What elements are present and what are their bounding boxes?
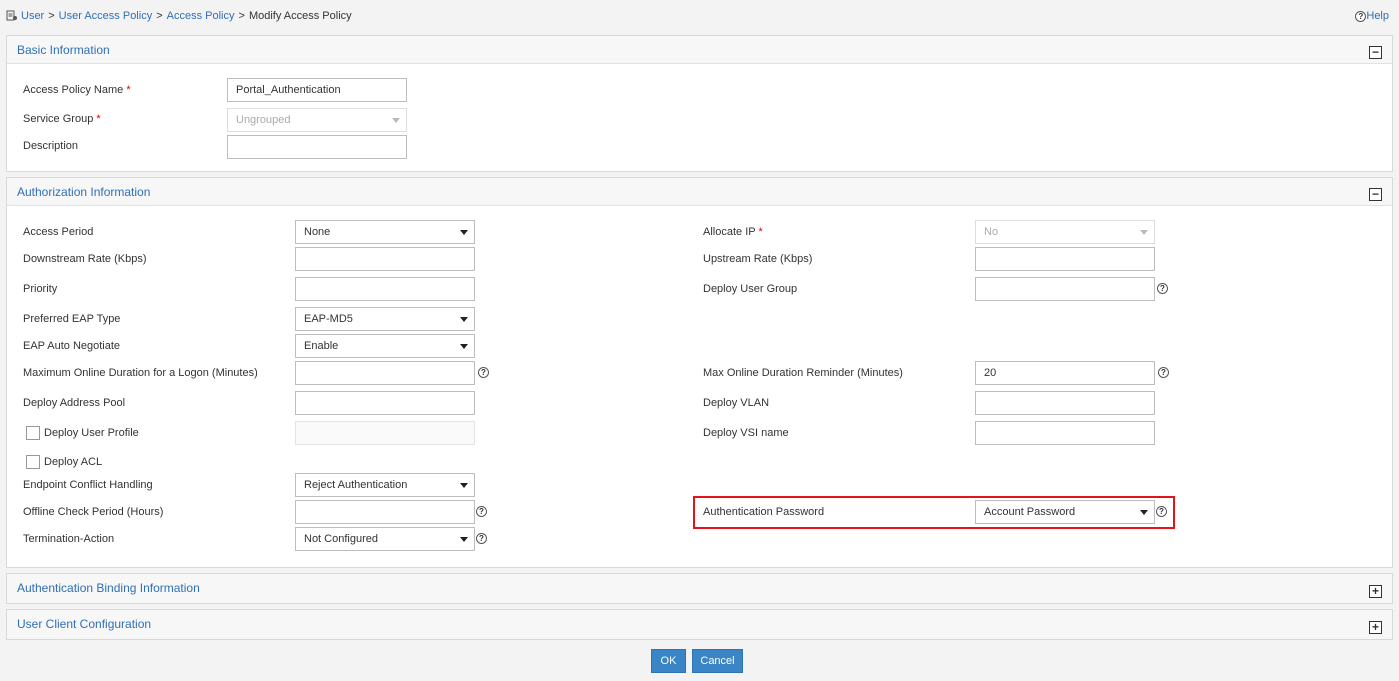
deploy-user-group-label: Deploy User Group bbox=[703, 283, 798, 295]
breadcrumb: User > User Access Policy > Access Polic… bbox=[6, 10, 352, 22]
allocate-ip-select: No bbox=[975, 220, 1155, 244]
authorization-information-panel: Authorization Information − Access Perio… bbox=[6, 177, 1393, 568]
authentication-password-label: Authentication Password bbox=[703, 506, 825, 518]
priority-input[interactable] bbox=[295, 277, 475, 301]
collapse-icon[interactable]: − bbox=[1369, 46, 1382, 59]
authentication-binding-title: Authentication Binding Information bbox=[17, 581, 200, 595]
termination-action-select[interactable]: Not Configured bbox=[295, 527, 475, 551]
deploy-user-profile-input bbox=[295, 421, 475, 445]
eap-auto-negotiate-select[interactable]: Enable bbox=[295, 334, 475, 358]
cancel-button[interactable]: Cancel bbox=[692, 649, 743, 673]
deploy-vlan-input[interactable] bbox=[975, 391, 1155, 415]
help-icon: ? bbox=[1355, 10, 1367, 22]
breadcrumb-separator: > bbox=[156, 10, 163, 22]
deploy-user-profile-label: Deploy User Profile bbox=[44, 427, 139, 439]
authorization-information-title: Authorization Information bbox=[17, 185, 151, 199]
breadcrumb-user[interactable]: User bbox=[21, 10, 44, 22]
deploy-vsi-name-label: Deploy VSI name bbox=[703, 427, 789, 439]
breadcrumb-access-policy[interactable]: Access Policy bbox=[167, 10, 235, 22]
expand-icon[interactable]: + bbox=[1369, 585, 1382, 598]
ok-button[interactable]: OK bbox=[651, 649, 686, 673]
policy-name-input[interactable]: Portal_Authentication bbox=[227, 78, 407, 102]
question-icon[interactable]: ? bbox=[1158, 367, 1169, 378]
offline-check-period-label: Offline Check Period (Hours) bbox=[23, 506, 164, 518]
deploy-acl-label: Deploy ACL bbox=[44, 456, 103, 468]
user-client-configuration-title: User Client Configuration bbox=[17, 617, 152, 631]
description-label: Description bbox=[23, 140, 79, 152]
service-group-label: Service Group * bbox=[23, 113, 101, 125]
priority-label: Priority bbox=[23, 283, 58, 295]
max-online-reminder-input[interactable]: 20 bbox=[975, 361, 1155, 385]
description-input[interactable] bbox=[227, 135, 407, 159]
authorization-information-header[interactable]: Authorization Information − bbox=[7, 178, 1392, 206]
question-icon[interactable]: ? bbox=[1157, 283, 1168, 294]
max-online-duration-label: Maximum Online Duration for a Logon (Min… bbox=[23, 367, 258, 379]
deploy-address-pool-label: Deploy Address Pool bbox=[23, 397, 126, 409]
question-icon[interactable]: ? bbox=[476, 533, 487, 544]
deploy-vsi-name-input[interactable] bbox=[975, 421, 1155, 445]
max-online-duration-input[interactable] bbox=[295, 361, 475, 385]
basic-information-title: Basic Information bbox=[17, 43, 110, 57]
endpoint-conflict-label: Endpoint Conflict Handling bbox=[23, 479, 153, 491]
question-icon[interactable]: ? bbox=[1156, 506, 1167, 517]
help-label: Help bbox=[1366, 10, 1389, 22]
allocate-ip-label: Allocate IP * bbox=[703, 226, 763, 238]
downstream-rate-label: Downstream Rate (Kbps) bbox=[23, 253, 147, 265]
endpoint-conflict-select[interactable]: Reject Authentication bbox=[295, 473, 475, 497]
termination-action-label: Termination-Action bbox=[23, 533, 115, 545]
user-client-configuration-header[interactable]: User Client Configuration + bbox=[7, 610, 1392, 639]
basic-information-header[interactable]: Basic Information − bbox=[7, 36, 1392, 64]
upstream-rate-label: Upstream Rate (Kbps) bbox=[703, 253, 813, 265]
policy-name-label: Access Policy Name * bbox=[23, 84, 131, 96]
upstream-rate-input[interactable] bbox=[975, 247, 1155, 271]
deploy-acl-checkbox[interactable] bbox=[26, 455, 40, 469]
basic-information-panel: Basic Information − Access Policy Name *… bbox=[6, 35, 1393, 172]
user-policy-icon bbox=[6, 10, 17, 21]
top-bar: User > User Access Policy > Access Polic… bbox=[0, 0, 1399, 34]
deploy-user-profile-checkbox[interactable] bbox=[26, 426, 40, 440]
authentication-binding-header[interactable]: Authentication Binding Information + bbox=[7, 574, 1392, 603]
help-link[interactable]: ? Help bbox=[1355, 10, 1389, 22]
downstream-rate-input[interactable] bbox=[295, 247, 475, 271]
authentication-password-select[interactable]: Account Password bbox=[975, 500, 1155, 524]
access-period-select[interactable]: None bbox=[295, 220, 475, 244]
access-period-label: Access Period bbox=[23, 226, 94, 238]
preferred-eap-select[interactable]: EAP-MD5 bbox=[295, 307, 475, 331]
breadcrumb-current: Modify Access Policy bbox=[248, 10, 352, 22]
user-client-configuration-panel: User Client Configuration + bbox=[6, 609, 1393, 640]
breadcrumb-user-access-policy[interactable]: User Access Policy bbox=[59, 10, 153, 22]
authentication-binding-panel: Authentication Binding Information + bbox=[6, 573, 1393, 604]
breadcrumb-separator: > bbox=[238, 10, 245, 22]
question-icon[interactable]: ? bbox=[478, 367, 489, 378]
eap-auto-negotiate-label: EAP Auto Negotiate bbox=[23, 340, 121, 352]
deploy-user-group-input[interactable] bbox=[975, 277, 1155, 301]
collapse-icon[interactable]: − bbox=[1369, 188, 1382, 201]
expand-icon[interactable]: + bbox=[1369, 621, 1382, 634]
deploy-vlan-label: Deploy VLAN bbox=[703, 397, 770, 409]
preferred-eap-label: Preferred EAP Type bbox=[23, 313, 121, 325]
breadcrumb-separator: > bbox=[48, 10, 55, 22]
question-icon[interactable]: ? bbox=[476, 506, 487, 517]
service-group-select: Ungrouped bbox=[227, 108, 407, 132]
offline-check-period-input[interactable] bbox=[295, 500, 475, 524]
max-online-reminder-label: Max Online Duration Reminder (Minutes) bbox=[703, 367, 903, 379]
deploy-address-pool-input[interactable] bbox=[295, 391, 475, 415]
